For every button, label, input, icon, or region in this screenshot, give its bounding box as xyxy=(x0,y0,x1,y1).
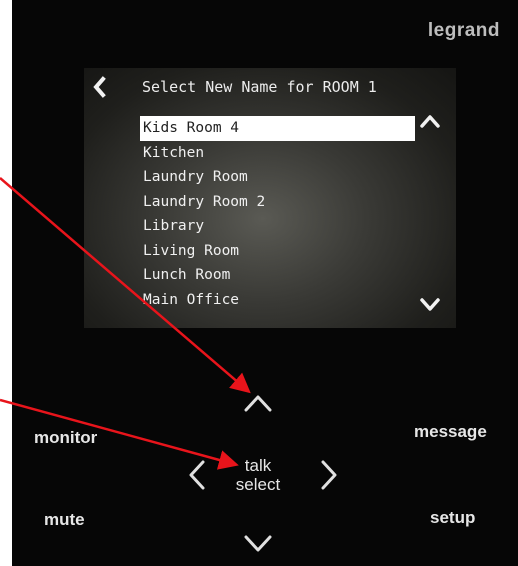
talk-select-button[interactable]: talk select xyxy=(226,456,290,494)
nav-left-chevron-icon[interactable] xyxy=(186,458,208,492)
message-button[interactable]: message xyxy=(414,422,487,442)
nav-down-chevron-icon[interactable] xyxy=(242,532,274,554)
mute-button[interactable]: mute xyxy=(44,510,85,530)
setup-button[interactable]: setup xyxy=(430,508,475,528)
list-item[interactable]: Kitchen xyxy=(140,141,415,166)
list-item[interactable]: Laundry Room 2 xyxy=(140,190,415,215)
chevron-up-icon[interactable] xyxy=(418,112,442,130)
list-item-selected[interactable]: Kids Room 4 xyxy=(140,116,415,141)
chevron-left-icon[interactable] xyxy=(89,76,111,98)
room-name-list: Kids Room 4 Kitchen Laundry Room Laundry… xyxy=(140,116,415,312)
talk-label: talk xyxy=(244,456,272,475)
select-label: select xyxy=(235,475,281,494)
nav-up-chevron-icon[interactable] xyxy=(242,392,274,414)
display-screen: Select New Name for ROOM 1 Kids Room 4 K… xyxy=(84,68,456,328)
list-item[interactable]: Main Office xyxy=(140,288,415,313)
list-item[interactable]: Library xyxy=(140,214,415,239)
monitor-button[interactable]: monitor xyxy=(34,428,97,448)
chevron-down-icon[interactable] xyxy=(418,296,442,314)
list-item[interactable]: Laundry Room xyxy=(140,165,415,190)
screen-title: Select New Name for ROOM 1 xyxy=(142,78,377,96)
brand-logo: legrand xyxy=(427,20,500,41)
nav-right-chevron-icon[interactable] xyxy=(318,458,340,492)
list-item[interactable]: Lunch Room xyxy=(140,263,415,288)
list-item[interactable]: Living Room xyxy=(140,239,415,264)
